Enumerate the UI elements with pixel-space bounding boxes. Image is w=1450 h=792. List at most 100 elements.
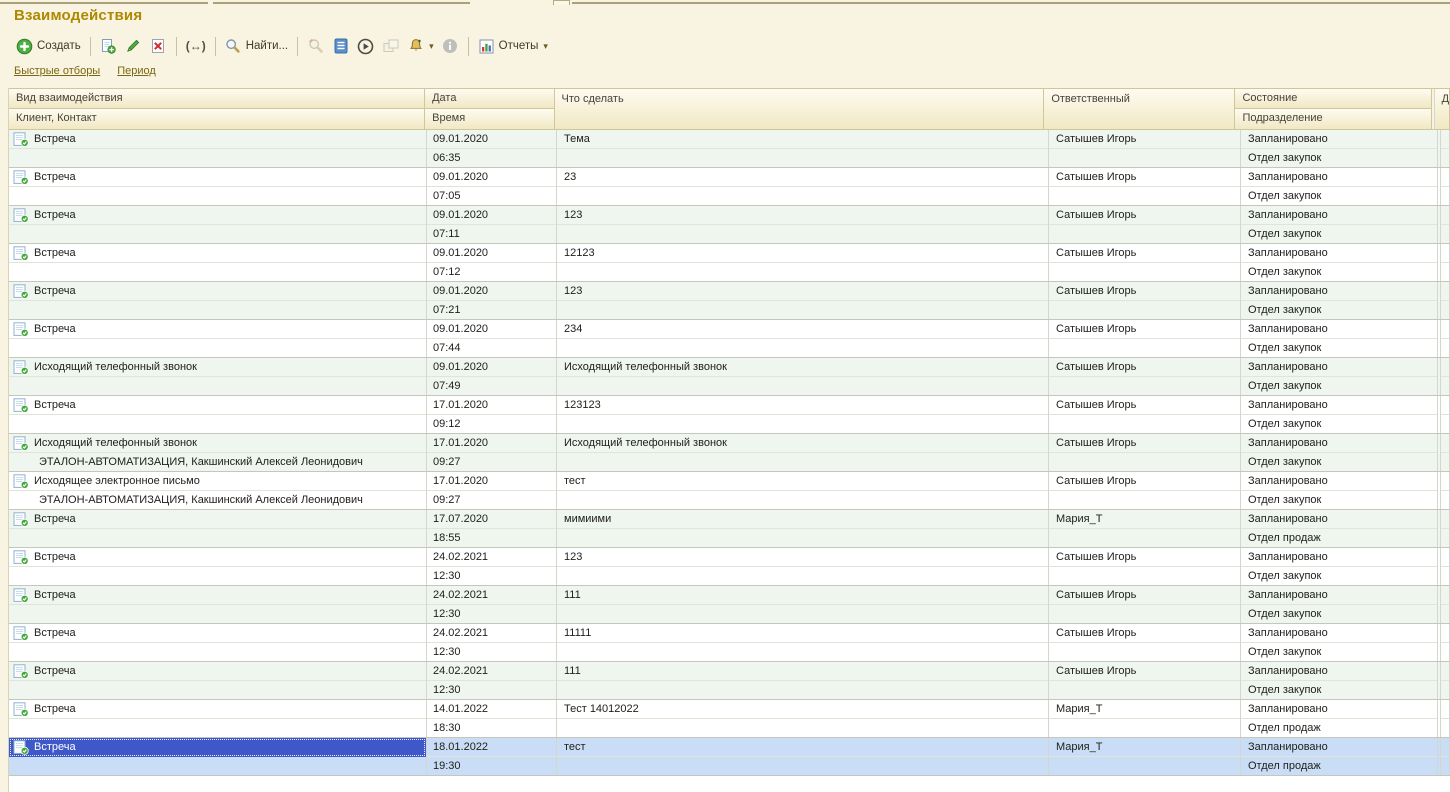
cell-todo[interactable]: Тема [557, 130, 1049, 167]
cell-date-time[interactable]: 18.01.2022 19:30 [427, 738, 557, 775]
column-header-responsible[interactable]: Ответственный [1044, 89, 1235, 129]
copy-button[interactable] [96, 36, 121, 57]
cell-todo[interactable]: Исходящий телефонный звонок [557, 434, 1049, 471]
table-row[interactable]: Встреча 24.02.2021 12:30 111 Сатышев Иго… [9, 662, 1450, 700]
column-header-todo[interactable]: Что сделать [555, 89, 1045, 129]
cell-responsible[interactable]: Сатышев Игорь [1049, 662, 1241, 699]
cell-type-client[interactable]: Встреча [9, 206, 427, 243]
cell-responsible[interactable]: Сатышев Игорь [1049, 434, 1241, 471]
cell-date-time[interactable]: 17.01.2020 09:27 [427, 472, 557, 509]
table-row[interactable]: Встреча 09.01.2020 07:21 123 Сатышев Иго… [9, 282, 1450, 320]
tab-remnant[interactable] [0, 0, 208, 4]
cell-responsible[interactable]: Сатышев Игорь [1049, 624, 1241, 661]
cell-date-time[interactable]: 24.02.2021 12:30 [427, 624, 557, 661]
column-header-date-time[interactable]: Дата Время [425, 89, 554, 129]
cell-truncated[interactable] [1440, 282, 1450, 319]
cell-responsible[interactable]: Сатышев Игорь [1049, 396, 1241, 433]
cell-responsible[interactable]: Сатышев Игорь [1049, 130, 1241, 167]
cell-todo[interactable]: 234 [557, 320, 1049, 357]
table-row[interactable]: Встреча 14.01.2022 18:30 Тест 14012022 М… [9, 700, 1450, 738]
cancel-search-button[interactable] [303, 36, 328, 57]
cell-state-department[interactable]: Запланировано Отдел закупок [1241, 244, 1438, 281]
set-interval-button[interactable]: (↔) [182, 37, 210, 55]
delete-button[interactable] [146, 36, 171, 57]
cell-responsible[interactable]: Мария_Т [1049, 738, 1241, 775]
cell-truncated[interactable] [1440, 244, 1450, 281]
column-header-state-department[interactable]: Состояние Подразделение [1235, 89, 1431, 129]
cell-state-department[interactable]: Запланировано Отдел закупок [1241, 358, 1438, 395]
cell-date-time[interactable]: 09.01.2020 07:11 [427, 206, 557, 243]
cell-date-time[interactable]: 24.02.2021 12:30 [427, 586, 557, 623]
table-row[interactable]: Встреча 24.02.2021 12:30 123 Сатышев Иго… [9, 548, 1450, 586]
cell-state-department[interactable]: Запланировано Отдел закупок [1241, 472, 1438, 509]
column-header-type-client[interactable]: Вид взаимодействия Клиент, Контакт [9, 89, 425, 129]
cell-truncated[interactable] [1440, 130, 1450, 167]
table-row[interactable]: Исходящий телефонный звонок 09.01.2020 0… [9, 358, 1450, 396]
edit-button[interactable] [121, 36, 146, 57]
cell-state-department[interactable]: Запланировано Отдел закупок [1241, 168, 1438, 205]
cell-date-time[interactable]: 17.01.2020 09:12 [427, 396, 557, 433]
cell-truncated[interactable] [1440, 206, 1450, 243]
table-row[interactable]: Встреча 17.01.2020 09:12 123123 Сатышев … [9, 396, 1450, 434]
column-header-time[interactable]: Время [425, 109, 553, 129]
cell-truncated[interactable] [1440, 586, 1450, 623]
cell-truncated[interactable] [1440, 662, 1450, 699]
cell-date-time[interactable]: 17.07.2020 18:55 [427, 510, 557, 547]
tab-remnant[interactable] [213, 0, 470, 4]
table-row[interactable]: Встреча 17.07.2020 18:55 мимиими Мария_Т… [9, 510, 1450, 548]
table-row[interactable]: Встреча 09.01.2020 07:44 234 Сатышев Иго… [9, 320, 1450, 358]
cell-date-time[interactable]: 14.01.2022 18:30 [427, 700, 557, 737]
table-row[interactable]: Встреча 24.02.2021 12:30 11111 Сатышев И… [9, 624, 1450, 662]
table-row[interactable]: Встреча 09.01.2020 07:05 23 Сатышев Игор… [9, 168, 1450, 206]
cell-todo[interactable]: 123 [557, 548, 1049, 585]
cell-truncated[interactable] [1440, 434, 1450, 471]
period-link[interactable]: Период [117, 65, 156, 77]
cell-type-client[interactable]: Встреча [9, 282, 427, 319]
cell-type-client[interactable]: Встреча [9, 586, 427, 623]
table-row[interactable]: Встреча 09.01.2020 07:11 123 Сатышев Иго… [9, 206, 1450, 244]
table-row[interactable]: Встреча 24.02.2021 12:30 111 Сатышев Иго… [9, 586, 1450, 624]
cell-truncated[interactable] [1440, 396, 1450, 433]
cell-state-department[interactable]: Запланировано Отдел закупок [1241, 206, 1438, 243]
cell-todo[interactable]: 111 [557, 662, 1049, 699]
cell-state-department[interactable]: Запланировано Отдел продаж [1241, 510, 1438, 547]
cell-state-department[interactable]: Запланировано Отдел закупок [1241, 586, 1438, 623]
cell-todo[interactable]: 123 [557, 206, 1049, 243]
cell-truncated[interactable] [1440, 320, 1450, 357]
cell-responsible[interactable]: Сатышев Игорь [1049, 206, 1241, 243]
cell-todo[interactable]: 123123 [557, 396, 1049, 433]
windows-button[interactable] [378, 36, 403, 57]
cell-state-department[interactable]: Запланировано Отдел продаж [1241, 700, 1438, 737]
cell-date-time[interactable]: 17.01.2020 09:27 [427, 434, 557, 471]
cell-todo[interactable]: Исходящий телефонный звонок [557, 358, 1049, 395]
cell-state-department[interactable]: Запланировано Отдел закупок [1241, 434, 1438, 471]
column-header-state[interactable]: Состояние [1235, 89, 1430, 109]
column-header-client[interactable]: Клиент, Контакт [9, 109, 424, 129]
cell-todo[interactable]: 123 [557, 282, 1049, 319]
cell-todo[interactable]: 12123 [557, 244, 1049, 281]
cell-responsible[interactable]: Сатышев Игорь [1049, 168, 1241, 205]
cell-date-time[interactable]: 09.01.2020 07:21 [427, 282, 557, 319]
cell-todo[interactable]: 11111 [557, 624, 1049, 661]
cell-responsible[interactable]: Сатышев Игорь [1049, 320, 1241, 357]
cell-type-client[interactable]: Исходящий телефонный звонок ЭТАЛОН-АВТОМ… [9, 434, 427, 471]
cell-responsible[interactable]: Мария_Т [1049, 510, 1241, 547]
reports-button[interactable]: Отчеты ▾ [474, 36, 552, 57]
cell-todo[interactable]: Тест 14012022 [557, 700, 1049, 737]
table-row[interactable]: Исходящий телефонный звонок ЭТАЛОН-АВТОМ… [9, 434, 1450, 472]
cell-state-department[interactable]: Запланировано Отдел закупок [1241, 130, 1438, 167]
cell-state-department[interactable]: Запланировано Отдел продаж [1241, 738, 1438, 775]
cell-todo[interactable]: тест [557, 472, 1049, 509]
cell-type-client[interactable]: Встреча [9, 396, 427, 433]
cell-type-client[interactable]: Встреча [9, 548, 427, 585]
cell-date-time[interactable]: 09.01.2020 06:35 [427, 130, 557, 167]
cell-state-department[interactable]: Запланировано Отдел закупок [1241, 662, 1438, 699]
cell-type-client[interactable]: Встреча [9, 168, 427, 205]
cell-responsible[interactable]: Мария_Т [1049, 700, 1241, 737]
cell-type-client[interactable]: Исходящее электронное письмо ЭТАЛОН-АВТО… [9, 472, 427, 509]
column-header-truncated[interactable]: Д [1434, 89, 1450, 129]
cell-responsible[interactable]: Сатышев Игорь [1049, 548, 1241, 585]
cell-truncated[interactable] [1440, 510, 1450, 547]
cell-todo[interactable]: 111 [557, 586, 1049, 623]
run-button[interactable] [353, 36, 378, 57]
